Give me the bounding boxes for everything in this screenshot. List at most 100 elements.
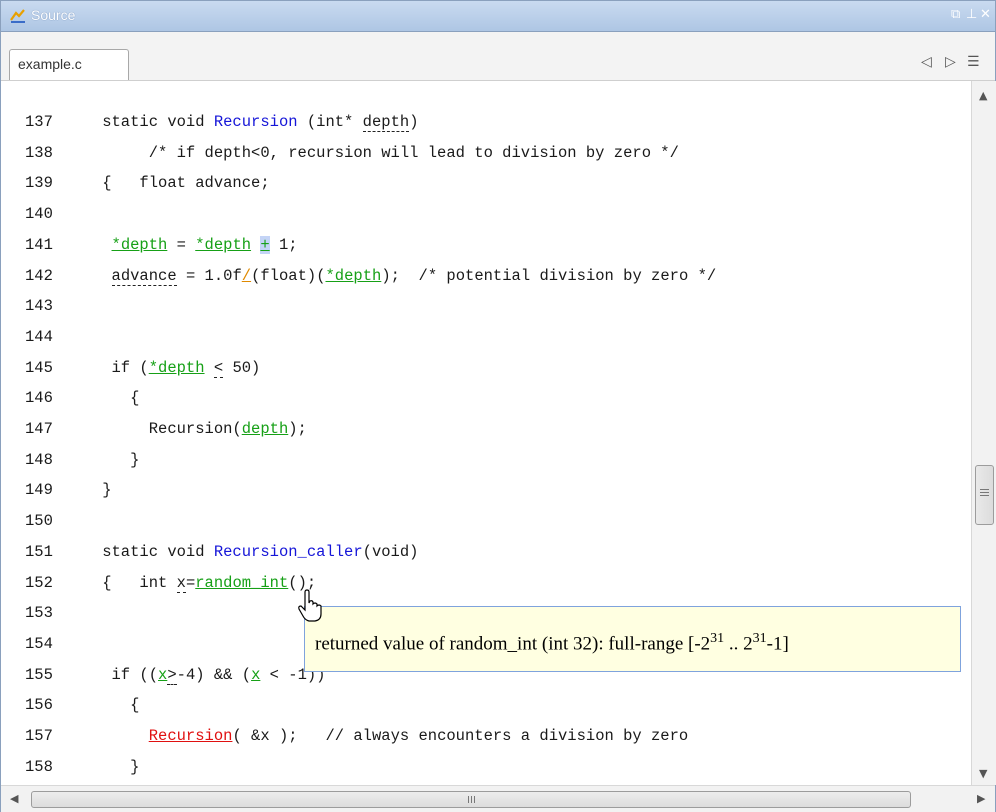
code-line: 139 { float advance;: [1, 174, 961, 204]
code-token: static void: [65, 542, 214, 561]
line-code: *depth = *depth + 1;: [65, 235, 298, 254]
code-token: *depth: [148, 358, 205, 377]
code-token: (float)(: [251, 266, 326, 285]
line-number: 158: [25, 757, 53, 776]
code-line: 156 {: [1, 696, 961, 726]
line-code: if (*depth < 50): [65, 358, 260, 378]
horizontal-scrollbar[interactable]: ◀ ▶: [1, 785, 995, 812]
pin-icon[interactable]: ⊥: [966, 7, 977, 22]
window-title: Source: [31, 7, 76, 23]
line-number: 145: [25, 358, 53, 377]
code-token: x: [176, 573, 186, 593]
line-number: 142: [25, 266, 53, 285]
code-token: Recursion(: [65, 420, 242, 438]
code-line: 138 /* if depth<0, recursion will lead t…: [1, 144, 961, 174]
code-token: x: [251, 665, 261, 684]
code-token: (void): [362, 542, 419, 561]
vertical-scroll-thumb[interactable]: [975, 465, 994, 525]
code-token: Recursion: [213, 113, 298, 131]
code-line: 148 }: [1, 451, 961, 481]
grip-icon: [468, 796, 469, 803]
source-icon: [10, 9, 25, 23]
code-line: 157 Recursion( &x ); // always encounter…: [1, 727, 961, 757]
code-token: *depth: [195, 235, 252, 254]
code-token: static void: [65, 113, 214, 131]
code-token: ); /* potential division by zero */: [381, 266, 717, 285]
code-token: +: [260, 235, 270, 254]
code-token: ( &x ); // always encounters a division …: [232, 727, 689, 745]
code-token: >: [167, 665, 177, 685]
restore-icon[interactable]: ⧉: [951, 7, 960, 22]
line-number: 148: [25, 450, 53, 469]
tab-label: example.c: [18, 56, 82, 72]
code-token: (int*: [297, 113, 363, 131]
line-code: Recursion( &x ); // always encounters a …: [65, 727, 689, 745]
code-line: 145 if (*depth < 50): [1, 358, 961, 389]
code-token: /* if depth<0, recursion will lead to di…: [65, 143, 679, 162]
horizontal-scroll-thumb[interactable]: [31, 791, 911, 808]
code-token: =: [185, 573, 196, 592]
close-icon[interactable]: ✕: [980, 7, 991, 22]
line-number: 140: [25, 205, 53, 224]
scroll-left-icon[interactable]: ◀: [10, 792, 18, 805]
code-token: random_int: [195, 573, 289, 592]
code-editor[interactable]: 137 static void Recursion (int* depth) 13…: [1, 81, 971, 785]
line-number: 146: [25, 389, 53, 408]
line-number: 137: [25, 113, 53, 131]
scroll-right-icon[interactable]: ▶: [977, 792, 985, 805]
code-line: 147 Recursion(depth);: [1, 420, 961, 450]
code-line: 144: [1, 328, 961, 358]
code-token: ): [409, 113, 419, 131]
code-token: { int: [65, 573, 177, 592]
vertical-scrollbar[interactable]: ▲ ▼: [971, 81, 996, 785]
code-line: 150: [1, 512, 961, 542]
line-code: }: [65, 481, 111, 499]
line-number: 138: [25, 143, 53, 162]
line-number: 150: [25, 512, 53, 531]
scroll-up-icon[interactable]: ▲: [979, 89, 987, 102]
code-token: *depth: [111, 235, 168, 254]
title-bar: Source ⧉ ⊥ ✕: [1, 1, 995, 32]
code-token: {: [65, 389, 140, 408]
code-line: 140: [1, 205, 961, 235]
line-number: 143: [25, 297, 53, 316]
code-token: /: [241, 266, 252, 285]
line-code: advance = 1.0f/(float)(*depth); /* poten…: [65, 266, 717, 286]
line-number: 149: [25, 481, 53, 500]
code-token: x: [158, 665, 168, 684]
line-number: 139: [25, 174, 53, 193]
line-number: 156: [25, 696, 53, 715]
code-line: 143: [1, 297, 961, 327]
code-token: -4) && (: [176, 665, 252, 684]
code-token: <: [213, 358, 224, 378]
tab-example-c[interactable]: example.c: [9, 49, 129, 80]
code-line: 152 { int x=random_int();: [1, 573, 961, 604]
tooltip-text: returned value of random_int (int 32): f…: [315, 631, 789, 655]
line-number: 151: [25, 542, 53, 561]
line-number: 152: [25, 573, 53, 592]
line-number: 153: [25, 604, 53, 623]
code-token: *depth: [325, 266, 382, 285]
line-code: {: [65, 696, 139, 714]
code-line: 137 static void Recursion (int* depth): [1, 113, 961, 143]
line-number: 144: [25, 327, 53, 346]
code-token: if (: [65, 358, 149, 377]
line-number: 155: [25, 665, 53, 684]
scroll-down-icon[interactable]: ▼: [979, 767, 987, 780]
code-token: }: [65, 757, 140, 776]
tab-list-icon[interactable]: ☰: [967, 54, 980, 70]
previous-tab-icon[interactable]: ◁: [921, 54, 932, 70]
code-token: {: [65, 696, 140, 715]
source-window: Source ⧉ ⊥ ✕ example.c ◁ ▷ ☰ 137 static …: [0, 0, 996, 812]
code-token: depth: [241, 420, 289, 438]
code-token: if ((: [65, 665, 159, 684]
next-tab-icon[interactable]: ▷: [945, 54, 956, 70]
code-line: 151 static void Recursion_caller(void): [1, 543, 961, 573]
code-line: 141 *depth = *depth + 1;: [1, 235, 961, 266]
code-token: { float advance;: [65, 174, 270, 193]
code-token: Recursion_caller: [213, 542, 363, 561]
code-line: 149 }: [1, 481, 961, 511]
